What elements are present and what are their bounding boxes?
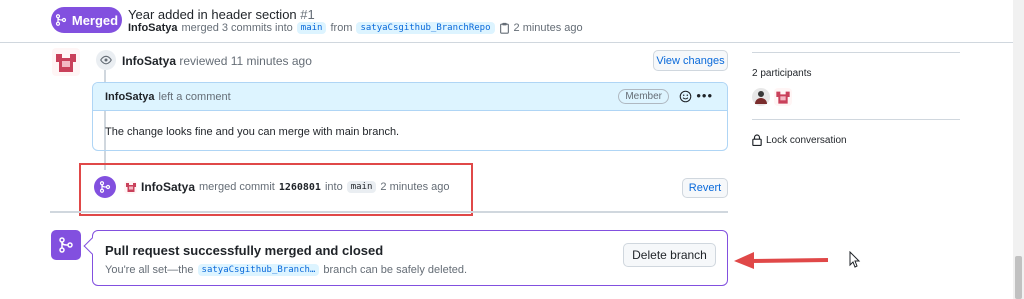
clipboard-icon[interactable] [499, 22, 510, 34]
review-text: InfoSatya reviewed 11 minutes ago [122, 54, 312, 68]
pr-subtitle: InfoSatya merged 3 commits into main fro… [128, 22, 583, 34]
view-changes-button[interactable]: View changes [653, 50, 728, 71]
highlight-box [79, 163, 473, 216]
head-branch-pill[interactable]: satyaCsgithub_BranchRepo [356, 22, 495, 34]
scrollbar-thumb[interactable] [1015, 256, 1022, 299]
revert-button[interactable]: Revert [682, 178, 728, 198]
kebab-icon[interactable]: ••• [696, 88, 713, 103]
merged-status-badge: Merged [51, 7, 122, 33]
merged-panel-sub-prefix: You're all set—the [105, 264, 194, 276]
smiley-icon[interactable] [679, 90, 692, 103]
merged-panel-subtitle: You're all set—the satyaCsgithub_Branch…… [105, 264, 467, 276]
review-author-link[interactable]: InfoSatya [122, 54, 176, 68]
member-badge: Member [618, 89, 669, 104]
git-merge-icon [55, 14, 66, 26]
header-divider [0, 42, 1013, 43]
comment-author-link[interactable]: InfoSatya [105, 91, 155, 103]
view-changes-label: View changes [656, 54, 725, 67]
comment-action: left a comment [158, 90, 231, 103]
review-action: reviewed 11 minutes ago [179, 54, 312, 68]
avatar-icon [755, 91, 767, 104]
comment-box: InfoSatya left a comment Member ••• The … [92, 82, 728, 151]
lock-conversation-link[interactable]: Lock conversation [752, 134, 847, 146]
eye-icon [100, 55, 112, 65]
pr-number: #1 [300, 7, 315, 22]
merged-panel-badge [51, 230, 81, 260]
sidebar-divider [752, 119, 960, 120]
participants-label: 2 participants [752, 68, 812, 79]
avatar-icon [776, 91, 790, 104]
avatar[interactable] [52, 48, 80, 76]
timeline-end-divider [50, 211, 728, 213]
pr-merged-text: merged 3 commits into [181, 22, 293, 34]
merged-status-label: Merged [71, 12, 119, 28]
lock-conversation-label: Lock conversation [766, 134, 847, 146]
comment-header: InfoSatya left a comment Member ••• [93, 83, 727, 111]
merged-panel-branch-pill[interactable]: satyaCsgithub_Branch… [197, 264, 320, 276]
avatar-icon [56, 54, 76, 72]
pr-title-text: Year added in header section [128, 7, 297, 22]
pr-from-text: from [330, 22, 353, 34]
scrollbar-track[interactable] [1013, 0, 1024, 299]
comment-body: The change looks fine and you can merge … [105, 126, 400, 138]
merged-panel-sub-suffix: branch can be safely deleted. [323, 264, 468, 276]
avatar[interactable] [752, 88, 770, 106]
revert-label: Revert [688, 182, 722, 194]
cursor-icon [849, 251, 861, 268]
sidebar-divider [752, 52, 960, 53]
review-event-badge [96, 50, 116, 70]
merged-panel-title: Pull request successfully merged and clo… [105, 243, 384, 258]
pr-time: 2 minutes ago [513, 22, 583, 34]
delete-branch-label: Delete branch [632, 248, 707, 262]
lock-icon [752, 134, 762, 146]
avatar[interactable] [774, 88, 792, 106]
annotation-arrow-icon [734, 252, 829, 269]
delete-branch-button[interactable]: Delete branch [623, 243, 716, 267]
pr-author-link[interactable]: InfoSatya [128, 22, 178, 34]
git-merge-icon [59, 237, 73, 253]
participants-avatars [752, 88, 792, 106]
pr-title: Year added in header section #1 [128, 7, 315, 22]
base-branch-pill[interactable]: main [296, 22, 327, 34]
